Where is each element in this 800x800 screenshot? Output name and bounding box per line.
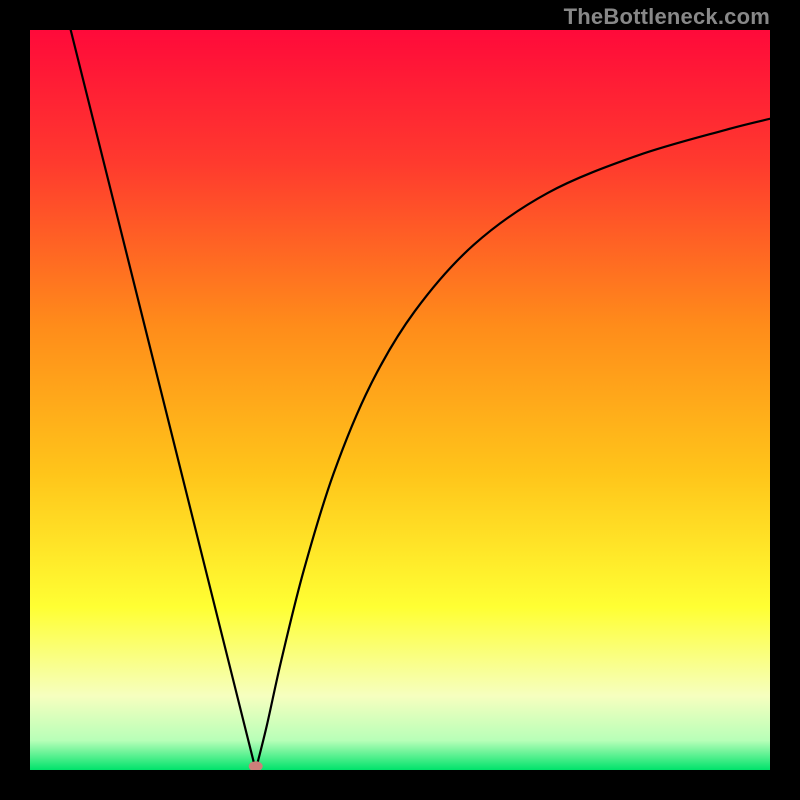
chart-background [30,30,770,770]
bottleneck-curve-chart [30,30,770,770]
watermark-text: TheBottleneck.com [564,4,770,30]
chart-frame [30,30,770,770]
